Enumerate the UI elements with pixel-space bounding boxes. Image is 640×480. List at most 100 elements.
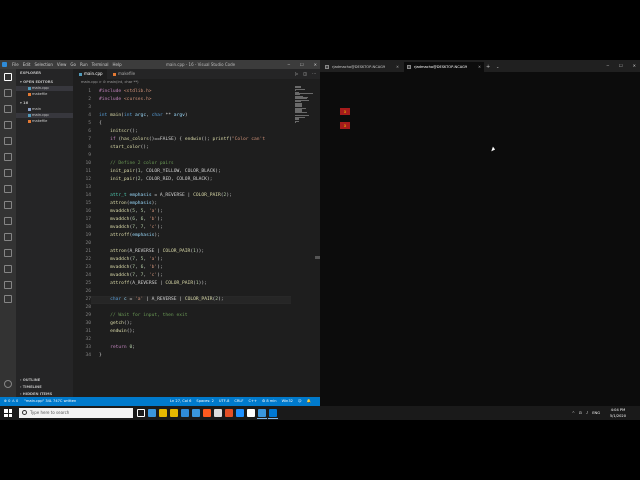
more-actions-icon[interactable]: ⋯ — [312, 69, 316, 79]
code-line[interactable]: attr_t emphasis = A_REVERSE | COLOR_PAIR… — [99, 192, 291, 200]
tray-icon[interactable]: ⊡ — [579, 406, 582, 420]
terminal-output[interactable]: a a — [320, 72, 640, 406]
source-control-icon[interactable] — [4, 105, 12, 113]
clock[interactable]: 4:04 PM 5/1/2020 — [610, 407, 626, 419]
vscode-icon[interactable] — [269, 409, 277, 417]
status-item[interactable]: "main.cpp" 34L 747C written — [24, 397, 76, 406]
tray-icon[interactable]: ^ — [572, 406, 575, 420]
manage-gear-icon[interactable] — [4, 380, 12, 388]
code-line[interactable]: mvaddch(7, 7, 'c'); — [99, 272, 291, 280]
code-line[interactable]: if (has_colors()==FALSE) { endwin(); pri… — [99, 136, 291, 144]
code-line[interactable] — [99, 184, 291, 192]
run-icon[interactable]: ▷ — [295, 69, 298, 79]
code-line[interactable]: #include <stdlib.h> — [99, 88, 291, 96]
status-item[interactable]: ☺ — [298, 397, 302, 406]
file-item[interactable]: main.cpp — [16, 113, 73, 118]
run-debug-icon[interactable] — [4, 121, 12, 129]
chrome-icon[interactable] — [214, 409, 222, 417]
tab-dropdown-button[interactable]: ⌄ — [496, 62, 499, 72]
status-item[interactable]: C++ — [248, 397, 257, 406]
code-line[interactable]: mvaddch(7, 6, 'b'); — [99, 264, 291, 272]
account-icon[interactable] — [4, 281, 12, 289]
terminal-tab[interactable]: rjadmacho@DESKTOP-NCAG9 ✕ — [322, 62, 402, 72]
terminal-close-button[interactable]: ✕ — [633, 60, 636, 72]
code-line[interactable]: attroff(emphasis); — [99, 232, 291, 240]
timeline-icon[interactable] — [4, 265, 12, 273]
terminal-tab-active[interactable]: rjadmacho@DESKTOP-NCAG9 ✕ — [404, 62, 484, 72]
paint-icon[interactable] — [236, 409, 244, 417]
open-editor-item[interactable]: makefile — [16, 92, 73, 97]
code-line[interactable]: endwin(); — [99, 328, 291, 336]
split-editor-icon[interactable]: ◫ — [303, 69, 307, 79]
code-line[interactable]: #include <curses.h> — [99, 96, 291, 104]
tab-close-icon[interactable]: ✕ — [396, 62, 399, 72]
menu-item[interactable]: View — [57, 60, 67, 69]
database-icon[interactable] — [4, 233, 12, 241]
status-item[interactable]: CRLF — [234, 397, 243, 406]
code-line[interactable]: mvaddch(7, 7, 'c'); — [99, 224, 291, 232]
tray-icon[interactable]: ENG — [592, 406, 600, 420]
menu-item[interactable]: Help — [113, 60, 122, 69]
new-tab-button[interactable]: + — [486, 62, 490, 72]
github-icon[interactable] — [4, 249, 12, 257]
search-icon[interactable] — [4, 89, 12, 97]
windows-start-icon[interactable] — [4, 409, 12, 417]
status-item[interactable]: 🔔 — [307, 397, 311, 406]
status-item[interactable]: UTF-8 — [219, 397, 229, 406]
folder-header[interactable]: ▾ 16 — [16, 101, 73, 106]
code-editor[interactable]: 1 #include <stdlib.h> 2 #include <curses.h>… — [73, 86, 320, 401]
docker-icon[interactable] — [4, 201, 12, 209]
code-line[interactable]: initscr(); — [99, 128, 291, 136]
menu-item[interactable]: Selection — [34, 60, 52, 69]
code-line[interactable]: init_pair(2, COLOR_RED, COLOR_BLACK); — [99, 176, 291, 184]
code-line[interactable] — [99, 288, 291, 296]
office-icon[interactable] — [225, 409, 233, 417]
live-share-icon[interactable] — [4, 217, 12, 225]
code-line[interactable]: } — [99, 352, 291, 360]
minimap[interactable] — [295, 86, 313, 126]
close-button[interactable]: ✕ — [314, 60, 317, 69]
remote-explorer-icon[interactable] — [4, 153, 12, 161]
testing-icon[interactable] — [4, 169, 12, 177]
open-editors-header[interactable]: ▾ OPEN EDITORS — [16, 80, 73, 85]
status-item[interactable]: Win32 — [282, 397, 293, 406]
code-line[interactable]: char c = 'a' | A_REVERSE | COLOR_PAIR(2)… — [99, 296, 291, 304]
edge-icon[interactable] — [148, 409, 156, 417]
status-item[interactable]: ⚙ 8 min — [262, 397, 277, 406]
maximize-button[interactable]: ☐ — [300, 60, 304, 69]
status-item[interactable]: ⊗ 0 ⚠ 0 — [4, 397, 18, 406]
open-editor-item[interactable]: main.cpp — [16, 86, 73, 91]
mail-icon[interactable] — [192, 409, 200, 417]
sticky-notes-icon[interactable] — [170, 409, 178, 417]
explorer-icon[interactable] — [4, 73, 12, 81]
task-view-icon[interactable] — [137, 409, 145, 417]
tab-main-cpp[interactable]: main.cpp — [73, 69, 107, 79]
terminal-minimize-button[interactable]: ─ — [607, 60, 609, 72]
code-line[interactable]: int main(int argc, char ** argv) — [99, 112, 291, 120]
breadcrumb[interactable]: main.cpp > ⊘ main(int, char **) — [73, 79, 320, 86]
code-line[interactable]: attron(A_REVERSE | COLOR_PAIR(1)); — [99, 248, 291, 256]
code-line[interactable]: getch(); — [99, 320, 291, 328]
menu-item[interactable]: File — [12, 60, 19, 69]
file-item[interactable]: main — [16, 107, 73, 112]
code-line[interactable]: mvaddch(6, 6, 'b'); — [99, 216, 291, 224]
code-line[interactable]: init_pair(1, COLOR_YELLOW, COLOR_BLACK); — [99, 168, 291, 176]
store-icon[interactable] — [181, 409, 189, 417]
code-line[interactable]: attroff(A_REVERSE | COLOR_PAIR(1)); — [99, 280, 291, 288]
timeline-header[interactable]: › TIMELINE — [16, 385, 73, 390]
bookmarks-icon[interactable] — [4, 185, 12, 193]
extensions-icon[interactable] — [4, 137, 12, 145]
code-line[interactable]: mvaddch(5, 5, 'a'); — [99, 208, 291, 216]
code-line[interactable] — [99, 104, 291, 112]
brave-icon[interactable] — [203, 409, 211, 417]
code-line[interactable] — [99, 304, 291, 312]
code-line[interactable]: { — [99, 120, 291, 128]
code-line[interactable] — [99, 336, 291, 344]
taskbar-search-input[interactable]: Type here to search — [19, 408, 133, 418]
code-line[interactable]: mvaddch(7, 5, 'a'); — [99, 256, 291, 264]
code-line[interactable]: return 0; — [99, 344, 291, 352]
terminal-icon[interactable] — [258, 409, 266, 417]
outline-header[interactable]: › OUTLINE — [16, 378, 73, 383]
account-icon[interactable] — [4, 295, 12, 303]
terminal-maximize-button[interactable]: ☐ — [619, 60, 623, 72]
